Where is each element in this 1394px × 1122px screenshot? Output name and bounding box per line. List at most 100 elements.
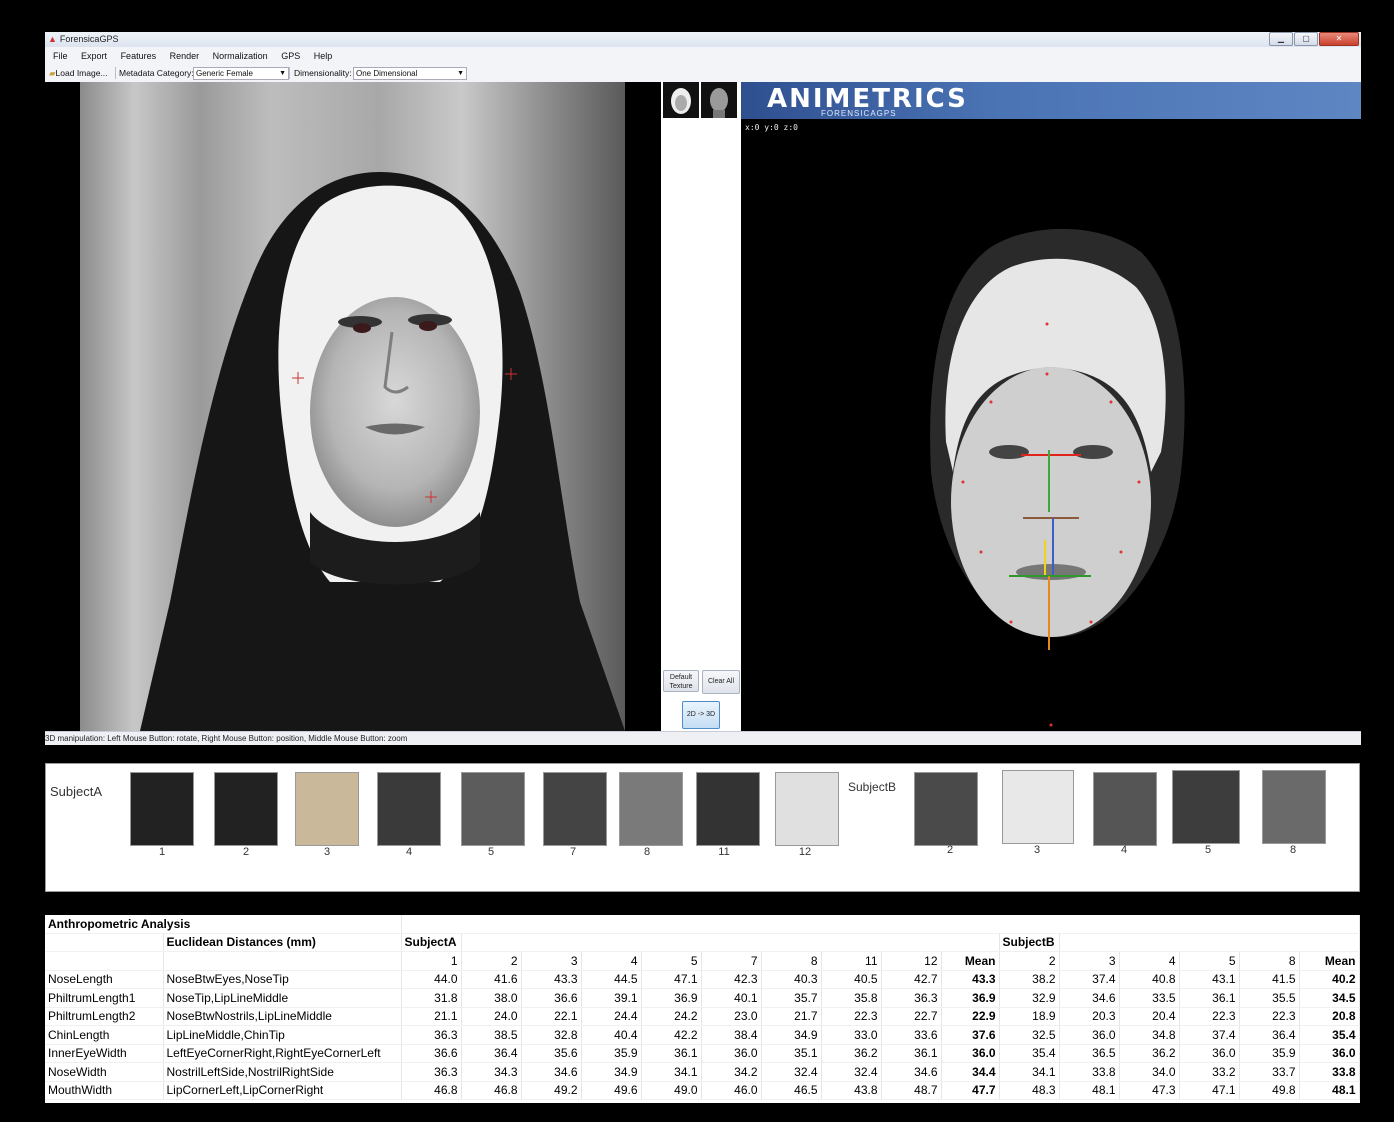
maximize-icon[interactable]: ▢ <box>1294 32 1318 46</box>
subject-b-thumbnail[interactable] <box>1093 772 1157 846</box>
column-index: 5 <box>641 951 702 971</box>
model-thumbnails <box>663 82 737 118</box>
load-image-button[interactable]: ▰Load Image... <box>49 65 108 81</box>
thumbnail-number: 4 <box>1120 844 1128 856</box>
measure-name: InnerEyeWidth <box>45 1044 164 1063</box>
plain-model-thumbnail[interactable] <box>701 82 737 118</box>
subject-a-value: 36.3 <box>401 1062 462 1082</box>
table-title: Anthropometric Analysis <box>45 915 402 934</box>
subject-b-value: 48.1 <box>1059 1081 1120 1100</box>
anthropometric-table: Anthropometric Analysis Euclidean Distan… <box>45 915 1360 1103</box>
menu-normalization[interactable]: Normalization <box>213 51 268 61</box>
subject-b-value: 37.4 <box>1179 1025 1240 1045</box>
measure-name: PhiltrumLength1 <box>45 988 164 1008</box>
thumbnail-number: 1 <box>158 846 166 858</box>
column-index: 2 <box>461 951 522 971</box>
table-row: ChinLength LipLineMiddle,ChinTip 36.3 38.5 3… <box>45 1025 1360 1045</box>
subject-b-value: 20.3 <box>1059 1007 1120 1026</box>
subject-a-value: 35.6 <box>521 1044 582 1063</box>
subject-a-value: 42.2 <box>641 1025 702 1045</box>
subject-b-value: 40.8 <box>1119 970 1180 989</box>
subject-a-value: 40.1 <box>701 988 762 1008</box>
convert-2d-to-3d-button[interactable]: 2D -> 3D <box>682 701 720 729</box>
subject-a-value: 47.1 <box>641 970 702 989</box>
column-index: Mean <box>941 951 1000 971</box>
empty-cell <box>163 951 402 971</box>
image-2d-viewport[interactable] <box>45 82 661 731</box>
clear-all-button[interactable]: Clear All <box>702 670 740 694</box>
table-header-row: Euclidean Distances (mm) SubjectA Subjec… <box>45 933 1360 952</box>
subject-a-value: 24.4 <box>581 1007 642 1026</box>
subject-a-value: 33.6 <box>881 1025 942 1045</box>
column-index: 4 <box>581 951 642 971</box>
subject-b-value: 49.8 <box>1239 1081 1300 1100</box>
default-texture-button[interactable]: Default Texture <box>663 670 699 692</box>
measure-name: MouthWidth <box>45 1081 164 1100</box>
menu-file[interactable]: File <box>53 51 68 61</box>
subject-b-value: 36.0 <box>1059 1025 1120 1045</box>
subject-a-thumbnail[interactable] <box>619 772 683 846</box>
subject-a-value: 36.2 <box>821 1044 882 1063</box>
column-index: 4 <box>1119 951 1180 971</box>
subject-a-thumbnail[interactable] <box>295 772 359 846</box>
subject-a-thumbnail[interactable] <box>461 772 525 846</box>
menu-gps[interactable]: GPS <box>281 51 300 61</box>
column-index: 11 <box>821 951 882 971</box>
textured-model-thumbnail[interactable] <box>663 82 699 118</box>
column-index: 3 <box>1059 951 1120 971</box>
measure-name: NoseWidth <box>45 1062 164 1082</box>
subject-a-value: 35.8 <box>821 988 882 1008</box>
column-index: 5 <box>1179 951 1240 971</box>
subject-a-value: 34.9 <box>581 1062 642 1082</box>
subject-b-thumbnail[interactable] <box>1002 770 1074 844</box>
metadata-select[interactable]: Generic Female ▼ <box>193 67 289 80</box>
subject-a-value: 36.0 <box>701 1044 762 1063</box>
head-thumbnail-icon <box>710 88 728 118</box>
menu-export[interactable]: Export <box>81 51 107 61</box>
window-title: ForensicaGPS <box>59 34 119 44</box>
app-icon: ▲ <box>48 34 57 44</box>
table-row: PhiltrumLength2 NoseBtwNostrils,LipLineMi… <box>45 1007 1360 1026</box>
close-icon[interactable]: ✕ <box>1319 32 1359 46</box>
subject-b-thumbnail[interactable] <box>1172 770 1240 844</box>
subject-a-thumbnail[interactable] <box>543 772 607 846</box>
subject-a-thumbnail[interactable] <box>214 772 278 846</box>
toolbar-separator <box>115 67 116 79</box>
model-3d-viewport[interactable]: ANIMETRICS FORENSICAGPS x:0 y:0 z:0 <box>741 82 1361 731</box>
subject-a-value: 38.4 <box>701 1025 762 1045</box>
subject-b-value: 37.4 <box>1059 970 1120 989</box>
toolbar: ▰Load Image... Metadata Category: Generi… <box>45 65 1361 81</box>
subject-b-value: 36.0 <box>1299 1044 1360 1063</box>
subject-b-thumbnail[interactable] <box>914 772 978 846</box>
subject-a-thumbnail[interactable] <box>377 772 441 846</box>
table-title-row: Anthropometric Analysis <box>45 915 1360 934</box>
subject-a-value: 36.1 <box>641 1044 702 1063</box>
subject-a-thumbnail[interactable] <box>696 772 760 846</box>
menu-help[interactable]: Help <box>314 51 333 61</box>
subject-a-value: 35.9 <box>581 1044 642 1063</box>
minimize-icon[interactable]: ▁ <box>1269 32 1293 46</box>
subject-a-value: 32.8 <box>521 1025 582 1045</box>
dimensionality-select[interactable]: One Dimensional ▼ <box>353 67 467 80</box>
subject-b-value: 33.8 <box>1299 1062 1360 1082</box>
chevron-down-icon: ▼ <box>457 70 464 77</box>
subject-a-thumbnail[interactable] <box>775 772 839 846</box>
subject-a-value: 32.4 <box>821 1062 882 1082</box>
subject-b-value: 40.2 <box>1299 970 1360 989</box>
thumbnail-number: 12 <box>798 846 812 858</box>
toolbar-separator <box>289 67 290 79</box>
subject-a-value: 34.2 <box>701 1062 762 1082</box>
title-bar: ▲ ForensicaGPS ▁ ▢ ✕ <box>45 32 1361 47</box>
menu-render[interactable]: Render <box>170 51 200 61</box>
subject-a-thumbnail[interactable] <box>130 772 194 846</box>
dimensionality-value: One Dimensional <box>356 69 418 78</box>
subject-a-value: 44.0 <box>401 970 462 989</box>
subject-a-value: 38.0 <box>461 988 522 1008</box>
column-index: 3 <box>521 951 582 971</box>
face-thumbnail-icon <box>671 88 691 114</box>
subject-a-value: 36.6 <box>401 1044 462 1063</box>
subject-b-thumbnail[interactable] <box>1262 770 1326 844</box>
subject-b-value: 47.1 <box>1179 1081 1240 1100</box>
subject-a-value: 22.9 <box>941 1007 1000 1026</box>
menu-features[interactable]: Features <box>121 51 157 61</box>
